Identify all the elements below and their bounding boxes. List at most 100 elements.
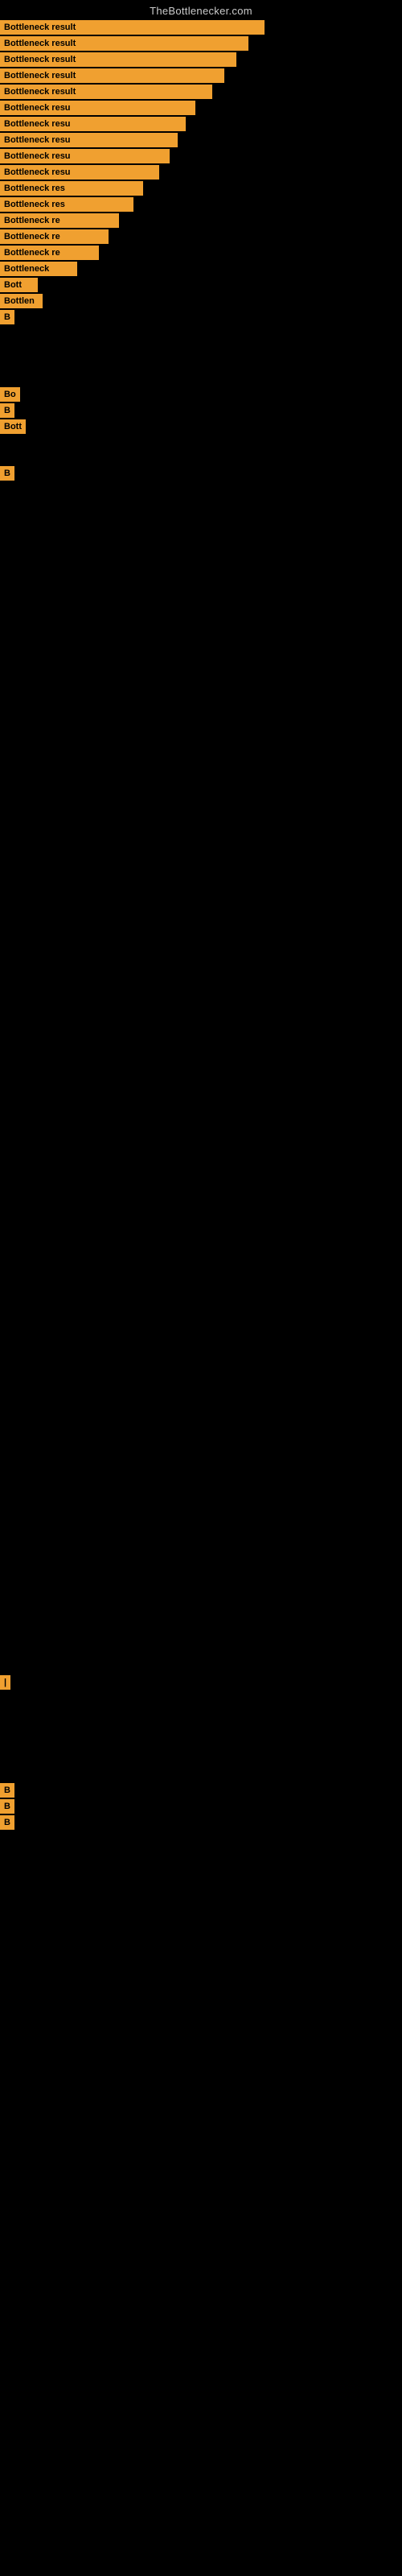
list-item: Bott [0,278,402,292]
list-item: | [0,1675,402,1690]
spacer-row [0,543,402,574]
list-item: Bottleneck result [0,85,402,99]
list-item: Bott [0,419,402,434]
bottleneck-bar [75,133,178,147]
spacer-row [0,1125,402,1155]
bottleneck-bar [69,197,133,212]
list-item: Bottleneck re [0,229,402,244]
spacer-row [0,513,402,543]
bottleneck-bar [69,181,143,196]
bottleneck-result-label: Bo [0,387,20,402]
bottleneck-result-label: Bottleneck res [0,197,69,212]
bottleneck-bar [64,229,109,244]
list-item: B [0,466,402,481]
spacer-row [0,972,402,1002]
bottleneck-bar [75,149,170,163]
bottleneck-result-label: B [0,1815,14,1830]
spacer-row [0,788,402,819]
bottleneck-result-label: B [0,403,14,418]
bottleneck-result-label: B [0,466,14,481]
spacer-row [0,1400,402,1430]
bottleneck-result-label: Bottleneck re [0,229,64,244]
bottleneck-bar [53,262,77,276]
list-item: Bottleneck [0,262,402,276]
spacer-row [0,1752,402,1783]
list-item: Bottlen [0,294,402,308]
list-item: Bottleneck resu [0,165,402,180]
bottleneck-result-label: Bottleneck [0,262,53,276]
bottleneck-result-label: Bott [0,278,26,292]
list-item: Bottleneck res [0,181,402,196]
spacer-row [0,1461,402,1492]
site-title: TheBottlenecker.com [0,0,402,20]
spacer-row [0,1033,402,1063]
bottleneck-bar [80,85,212,99]
bottleneck-result-label: Bottleneck resu [0,149,75,163]
list-item: B [0,310,402,324]
spacer-row [0,1216,402,1247]
spacer-row [0,482,402,513]
spacer-row [0,1002,402,1033]
spacer-row [0,666,402,696]
list-item: B [0,1799,402,1814]
spacer-row [0,1063,402,1094]
bottleneck-bar [39,294,43,308]
list-item: Bottleneck re [0,246,402,260]
spacer-row [0,436,402,466]
list-item: Bottleneck result [0,52,402,67]
bottleneck-result-label: B [0,1799,14,1814]
list-item: Bo [0,387,402,402]
spacer-row [0,1492,402,1522]
spacer-row [0,1722,402,1752]
list-item: B [0,1783,402,1798]
bottleneck-result-label: Bottleneck resu [0,133,75,147]
list-item: B [0,1815,402,1830]
bottleneck-result-label: B [0,1783,14,1798]
list-item: Bottleneck resu [0,101,402,115]
spacer-row [0,1155,402,1186]
spacer-row [0,1614,402,1645]
list-item: Bottleneck result [0,36,402,51]
spacer-row [0,910,402,941]
spacer-row [0,1691,402,1722]
bottleneck-result-label: Bottleneck resu [0,101,75,115]
bottleneck-result-label: B [0,310,14,324]
spacer-row [0,849,402,880]
list-item: Bottleneck res [0,197,402,212]
spacer-row [0,326,402,357]
bottleneck-result-label: | [0,1675,10,1690]
bottleneck-result-label: Bottleneck result [0,85,80,99]
bottleneck-bar [75,117,186,131]
bottleneck-bar [80,20,265,35]
spacer-row [0,1522,402,1553]
bottleneck-result-label: Bott [0,419,26,434]
bottleneck-bar [80,52,236,67]
bottleneck-result-label: Bottleneck result [0,68,80,83]
spacer-row [0,880,402,910]
bottleneck-bar [80,68,224,83]
bottleneck-bar [80,36,248,51]
list-item: Bottleneck result [0,20,402,35]
spacer-row [0,1553,402,1583]
bottleneck-result-label: Bottleneck re [0,213,64,228]
bottleneck-bar [64,213,119,228]
spacer-row [0,941,402,972]
spacer-row [0,1247,402,1278]
bottleneck-result-label: Bottleneck resu [0,117,75,131]
bottleneck-result-label: Bottleneck result [0,20,80,35]
spacer-row [0,605,402,635]
spacer-row [0,1308,402,1339]
spacer-row [0,1369,402,1400]
spacer-row [0,1278,402,1308]
bottleneck-result-label: Bottleneck res [0,181,69,196]
spacer-row [0,574,402,605]
spacer-row [0,1339,402,1369]
bottleneck-result-label: Bottleneck result [0,36,80,51]
bottleneck-bar [26,278,38,292]
spacer-row [0,357,402,387]
spacer-row [0,635,402,666]
bottleneck-result-label: Bottleneck resu [0,165,75,180]
bottleneck-bar [64,246,99,260]
spacer-row [0,819,402,849]
bottleneck-result-label: Bottleneck result [0,52,80,67]
